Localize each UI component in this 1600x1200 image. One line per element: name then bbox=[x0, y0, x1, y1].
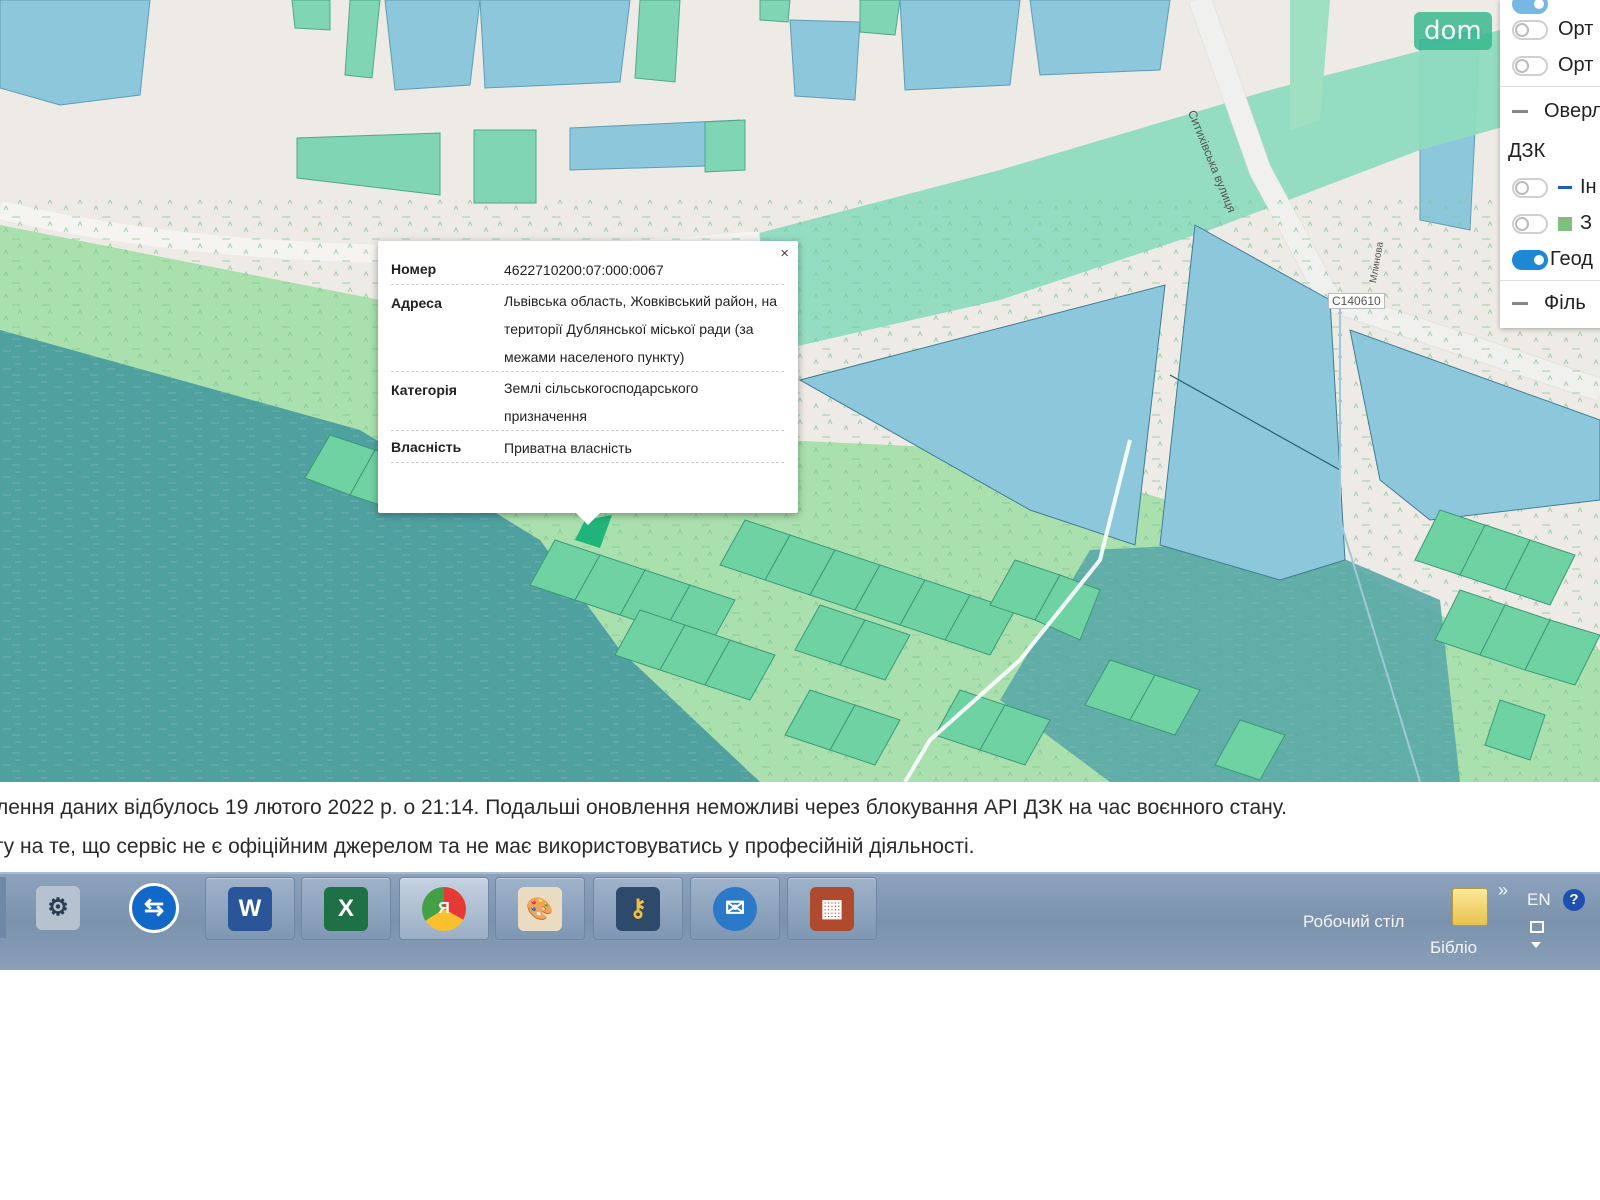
language-indicator[interactable]: EN bbox=[1527, 890, 1551, 910]
taskbar-app-teamviewer[interactable]: ⇆ bbox=[110, 877, 198, 938]
desktop-label[interactable]: Робочий стіл bbox=[1303, 912, 1404, 932]
library-label[interactable]: Бібліо bbox=[1430, 938, 1477, 958]
taskbar-app-archive[interactable]: ▦ bbox=[787, 877, 877, 940]
excel-icon: X bbox=[324, 886, 368, 931]
row-value: Львівська область, Жовківський район, на… bbox=[504, 293, 777, 365]
taskbar-app-excel[interactable]: X bbox=[301, 877, 391, 940]
layer-row-top[interactable] bbox=[1512, 0, 1558, 14]
taskbar-app-yandex-browser[interactable]: Я bbox=[399, 877, 489, 940]
dom-watermark: dom bbox=[1414, 12, 1492, 50]
toggle-switch[interactable] bbox=[1512, 19, 1548, 40]
row-value: Землі сільськогосподарського призначення bbox=[504, 380, 699, 424]
notice-area: лення даних відбулось 19 лютого 2022 р. … bbox=[0, 782, 1600, 872]
popup-row-category: Категорія Землі сільськогосподарського п… bbox=[391, 372, 784, 431]
group-dzk: ДЗК bbox=[1508, 140, 1545, 163]
taskbar-app-keys[interactable]: ⚷ bbox=[593, 877, 683, 940]
row-key: Категорія bbox=[391, 382, 457, 398]
layer-label: Геод bbox=[1550, 248, 1593, 270]
road-code-label: С140610 bbox=[1328, 293, 1385, 309]
taskbar-app-network-tool[interactable]: ⚙ bbox=[14, 877, 102, 938]
teamviewer-icon: ⇆ bbox=[129, 882, 179, 933]
collapse-icon[interactable] bbox=[1512, 110, 1528, 113]
layer-row-z[interactable]: З bbox=[1512, 212, 1592, 235]
archive-icon: ▦ bbox=[810, 886, 854, 931]
map-canvas[interactable] bbox=[0, 0, 1600, 782]
taskbar: ⚙ ⇆ W X Я 🎨 ⚷ ✉ ▦ Робочий стіл Бібліо » … bbox=[0, 872, 1600, 970]
popup-row-number: Номер 4622710200:07:000:0067 bbox=[391, 255, 784, 285]
taskbar-app-mail[interactable]: ✉ bbox=[690, 877, 780, 940]
section-label: Філь bbox=[1544, 292, 1586, 314]
layer-label: З bbox=[1580, 212, 1593, 234]
browser-icon: Я bbox=[422, 886, 466, 931]
close-icon[interactable]: × bbox=[780, 245, 789, 262]
row-key: Власність bbox=[391, 439, 462, 455]
section-filters[interactable]: Філь bbox=[1512, 292, 1586, 315]
square-swatch-icon bbox=[1558, 216, 1572, 231]
taskbar-app-paint[interactable]: 🎨 bbox=[495, 877, 585, 940]
network-tool-icon: ⚙ bbox=[36, 885, 80, 930]
taskbar-edge bbox=[0, 877, 6, 938]
popup-row-ownership: Власність Приватна власність bbox=[391, 431, 784, 463]
popup-pointer bbox=[576, 513, 600, 525]
toggle-switch[interactable] bbox=[1512, 213, 1548, 234]
library-folder-icon[interactable] bbox=[1452, 888, 1488, 926]
layers-panel: Орт Орт Оверл ДЗК Ін З Геод Філь bbox=[1500, 0, 1600, 328]
layer-label: Орт bbox=[1558, 18, 1594, 40]
chevron-more-icon[interactable]: » bbox=[1498, 880, 1508, 901]
toggle-switch[interactable] bbox=[1512, 55, 1548, 76]
row-key: Номер bbox=[391, 261, 437, 277]
line-swatch-icon bbox=[1558, 186, 1572, 189]
toggle-switch[interactable] bbox=[1512, 177, 1548, 198]
layer-label: Орт bbox=[1558, 54, 1594, 76]
taskbar-app-word[interactable]: W bbox=[205, 877, 295, 940]
group-label: ДЗК bbox=[1508, 140, 1546, 162]
layer-row-ortho-2[interactable]: Орт bbox=[1512, 54, 1593, 77]
word-icon: W bbox=[228, 886, 272, 931]
paint-icon: 🎨 bbox=[518, 886, 562, 931]
key-icon: ⚷ bbox=[616, 886, 660, 931]
parcel-popup: × Номер 4622710200:07:000:0067 Адреса Ль… bbox=[378, 241, 798, 525]
layer-row-in[interactable]: Ін bbox=[1512, 176, 1597, 199]
toggle-switch[interactable] bbox=[1512, 0, 1548, 14]
layer-label: Ін bbox=[1580, 176, 1597, 198]
help-icon[interactable]: ? bbox=[1563, 889, 1585, 911]
mail-icon: ✉ bbox=[713, 886, 757, 931]
row-value: 4622710200:07:000:0067 bbox=[504, 262, 664, 278]
restore-icon[interactable] bbox=[1530, 921, 1544, 933]
row-key: Адреса bbox=[391, 295, 442, 311]
layer-row-ortho-1[interactable]: Орт bbox=[1512, 18, 1593, 41]
chevron-down-icon[interactable] bbox=[1531, 942, 1541, 948]
row-value: Приватна власність bbox=[504, 440, 632, 456]
layer-row-geod[interactable]: Геод bbox=[1512, 248, 1593, 271]
notice-line-2: гу на те, що сервіс не є офіційним джере… bbox=[0, 835, 975, 858]
cadastral-map[interactable]: Ситихівська вулиця С140610 Млинова dom О… bbox=[0, 0, 1600, 782]
section-label: Оверл bbox=[1544, 100, 1600, 122]
popup-row-address: Адреса Львівська область, Жовківський ра… bbox=[391, 285, 784, 372]
section-overlays[interactable]: Оверл bbox=[1512, 100, 1600, 123]
collapse-icon[interactable] bbox=[1512, 302, 1528, 305]
toggle-switch[interactable] bbox=[1512, 249, 1548, 270]
notice-line-1: лення даних відбулось 19 лютого 2022 р. … bbox=[0, 796, 1287, 819]
